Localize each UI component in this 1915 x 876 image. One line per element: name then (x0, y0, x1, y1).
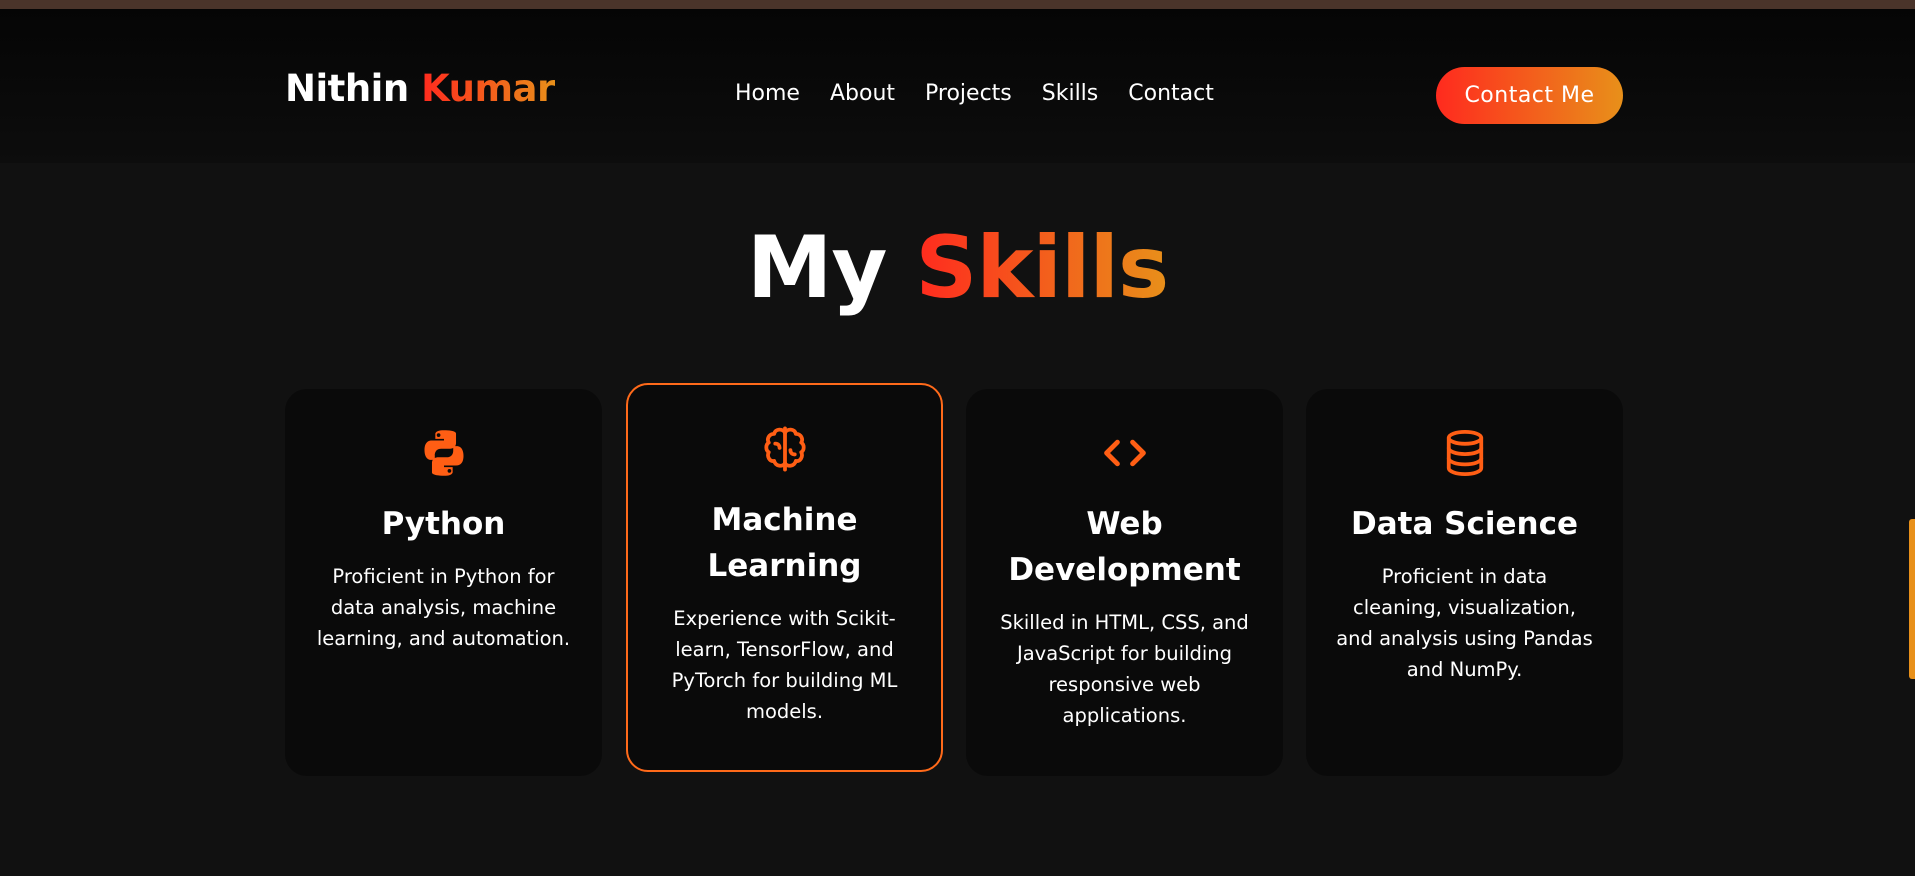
logo-last-name: Kumar (421, 67, 555, 110)
python-icon (424, 430, 463, 476)
skill-card-python[interactable]: Python Proficient in Python for data ana… (285, 389, 602, 776)
logo[interactable]: Nithin Kumar (285, 67, 555, 110)
skill-card-data-science[interactable]: Data Science Proficient in data cleaning… (1306, 389, 1623, 776)
logo-first-name: Nithin (285, 67, 409, 110)
nav-link-contact[interactable]: Contact (1128, 81, 1214, 106)
skills-grid: Python Proficient in Python for data ana… (285, 383, 1623, 776)
nav-link-projects[interactable]: Projects (925, 81, 1012, 106)
contact-me-button[interactable]: Contact Me (1436, 67, 1623, 124)
skill-title: Python (381, 506, 506, 542)
top-strip (0, 0, 1915, 9)
heading-plain: My (746, 218, 888, 318)
section-heading: My Skills (0, 218, 1915, 318)
navbar: Nithin Kumar Home About Projects Skills … (0, 9, 1915, 163)
scrollbar-thumb[interactable] (1909, 519, 1915, 679)
skill-card-machine-learning[interactable]: Machine Learning Experience with Scikit-… (626, 383, 943, 772)
skill-card-web-development[interactable]: Web Development Skilled in HTML, CSS, an… (966, 389, 1283, 776)
skill-description: Proficient in data cleaning, visualizati… (1336, 565, 1593, 681)
skill-title: Machine Learning (707, 502, 862, 584)
heading-accent: Skills (915, 218, 1169, 318)
database-icon (1446, 429, 1483, 477)
nav-link-home[interactable]: Home (735, 81, 800, 106)
nav-link-skills[interactable]: Skills (1042, 81, 1099, 106)
skill-title: Data Science (1350, 506, 1578, 542)
nav-link-about[interactable]: About (830, 81, 895, 106)
skill-description: Skilled in HTML, CSS, and JavaScript for… (1000, 611, 1249, 727)
skill-description: Proficient in Python for data analysis, … (316, 565, 571, 650)
skill-title: Web Development (1008, 506, 1241, 588)
brain-icon (763, 426, 806, 472)
nav-links: Home About Projects Skills Contact (735, 81, 1214, 106)
code-icon (1103, 439, 1146, 467)
skill-description: Experience with Scikit-learn, TensorFlow… (671, 607, 898, 723)
